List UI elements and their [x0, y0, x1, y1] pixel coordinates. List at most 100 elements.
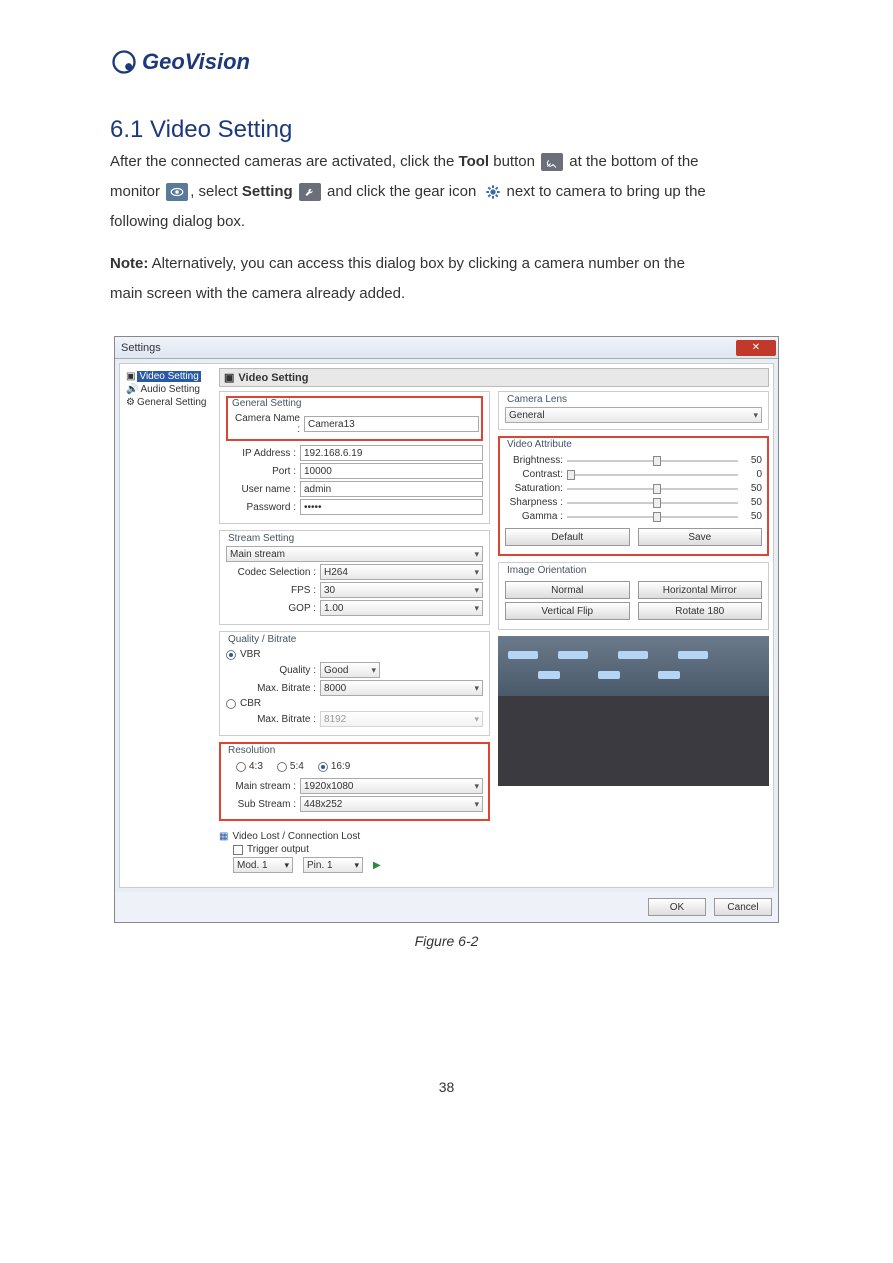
- orient-legend: Image Orientation: [505, 565, 589, 576]
- text: , select: [190, 183, 242, 200]
- stream-fieldset: Stream Setting Main stream Codec Selecti…: [219, 530, 490, 625]
- gamma-label: Gamma :: [505, 511, 563, 522]
- trigger-label: Trigger output: [247, 844, 309, 855]
- text: and click the gear icon: [323, 183, 481, 200]
- hmirror-button[interactable]: Horizontal Mirror: [638, 581, 763, 599]
- user-input[interactable]: admin: [300, 481, 483, 497]
- text: [293, 183, 297, 200]
- panel-header: ▣Video Setting: [219, 368, 769, 387]
- text: monitor: [110, 183, 164, 200]
- mainres-select[interactable]: 1920x1080: [300, 778, 483, 794]
- saturation-slider[interactable]: [567, 488, 738, 490]
- sharpness-label: Sharpness :: [505, 497, 563, 508]
- text: After the connected cameras are activate…: [110, 153, 459, 170]
- figure-label: Figure 6-2: [110, 933, 783, 949]
- setting-word: Setting: [242, 183, 293, 200]
- quality-select[interactable]: Good: [320, 662, 380, 678]
- note-text: Alternatively, you can access this dialo…: [148, 255, 685, 272]
- pin-select[interactable]: Pin. 1: [303, 857, 363, 873]
- ip-label: IP Address :: [226, 448, 296, 459]
- note-label: Note:: [110, 255, 148, 272]
- cbr-label: CBR: [240, 698, 261, 709]
- gop-select[interactable]: 1.00: [320, 600, 483, 616]
- ip-input[interactable]: 192.168.6.19: [300, 445, 483, 461]
- lens-legend: Camera Lens: [505, 394, 569, 405]
- gamma-slider[interactable]: [567, 516, 738, 518]
- vbr-radio[interactable]: [226, 650, 236, 660]
- lens-select[interactable]: General: [505, 407, 762, 423]
- quality-label: Quality :: [226, 665, 316, 676]
- page-number: 38: [110, 1079, 783, 1095]
- user-label: User name :: [226, 484, 296, 495]
- section-heading: 6.1 Video Setting: [110, 116, 783, 144]
- play-icon[interactable]: ▶: [373, 860, 381, 871]
- tool-word: Tool: [459, 153, 490, 170]
- max2-select: 8192: [320, 711, 483, 727]
- camera-name-label: Camera Name :: [230, 413, 300, 435]
- vflip-button[interactable]: Vertical Flip: [505, 602, 630, 620]
- subres-select[interactable]: 448x252: [300, 796, 483, 812]
- eye-icon: [166, 183, 188, 201]
- mod-select[interactable]: Mod. 1: [233, 857, 293, 873]
- attr-fieldset: Video Attribute Brightness:50 Contrast:0…: [498, 436, 769, 556]
- contrast-label: Contrast:: [505, 469, 563, 480]
- general-fieldset: General Setting Camera Name :Camera13 IP…: [219, 391, 490, 524]
- r180-button[interactable]: Rotate 180: [638, 602, 763, 620]
- logo: GeoVision: [110, 48, 783, 76]
- intro-line-2: monitor , select Setting and click the g…: [110, 180, 783, 204]
- pass-input[interactable]: •••••: [300, 499, 483, 515]
- intro-line-1: After the connected cameras are activate…: [110, 150, 783, 174]
- saturation-val: 50: [742, 483, 762, 494]
- ratio-169[interactable]: [318, 762, 328, 772]
- ok-button[interactable]: OK: [648, 898, 706, 916]
- stream-legend: Stream Setting: [226, 533, 296, 544]
- note-line-2: main screen with the camera already adde…: [110, 282, 783, 306]
- stream-select[interactable]: Main stream: [226, 546, 483, 562]
- tool-icon: [541, 153, 563, 171]
- max-select[interactable]: 8000: [320, 680, 483, 696]
- orient-fieldset: Image Orientation Normal Horizontal Mirro…: [498, 562, 769, 630]
- r169-label: 16:9: [331, 761, 350, 772]
- brightness-slider[interactable]: [567, 460, 738, 462]
- res-legend: Resolution: [226, 745, 277, 756]
- logo-text: GeoVision: [142, 49, 250, 75]
- wrench-icon: [299, 183, 321, 201]
- normal-button[interactable]: Normal: [505, 581, 630, 599]
- tree-general[interactable]: ⚙General Setting: [126, 396, 217, 409]
- lost-legend: Video Lost / Connection Lost: [232, 831, 360, 842]
- lost-fieldset: ▦Video Lost / Connection Lost Trigger ou…: [219, 827, 490, 877]
- default-button[interactable]: Default: [505, 528, 630, 546]
- codec-label: Codec Selection :: [226, 567, 316, 578]
- text: next to camera to bring up the: [506, 183, 705, 200]
- cancel-button[interactable]: Cancel: [714, 898, 772, 916]
- ratio-43[interactable]: [236, 762, 246, 772]
- tree-audio[interactable]: 🔊Audio Setting: [126, 383, 217, 396]
- codec-select[interactable]: H264: [320, 564, 483, 580]
- ratio-54[interactable]: [277, 762, 287, 772]
- r43-label: 4:3: [249, 761, 263, 772]
- trigger-checkbox[interactable]: [233, 845, 243, 855]
- mainres-label: Main stream :: [226, 781, 296, 792]
- contrast-slider[interactable]: [567, 474, 738, 476]
- settings-dialog: Settings ✕ ▣Video Setting 🔊Audio Setting…: [114, 336, 779, 923]
- saturation-label: Saturation:: [505, 483, 563, 494]
- sharpness-slider[interactable]: [567, 502, 738, 504]
- fps-select[interactable]: 30: [320, 582, 483, 598]
- tree-video[interactable]: ▣Video Setting: [126, 370, 217, 383]
- fps-label: FPS :: [226, 585, 316, 596]
- bitrate-legend: Quality / Bitrate: [226, 634, 298, 645]
- close-button[interactable]: ✕: [736, 340, 776, 356]
- lens-fieldset: Camera Lens General: [498, 391, 769, 430]
- contrast-val: 0: [742, 469, 762, 480]
- cbr-radio[interactable]: [226, 699, 236, 709]
- camera-name-input[interactable]: Camera13: [304, 416, 479, 432]
- gear-icon: [482, 183, 504, 201]
- settings-tree: ▣Video Setting 🔊Audio Setting ⚙General S…: [124, 368, 219, 883]
- sharpness-val: 50: [742, 497, 762, 508]
- save-button[interactable]: Save: [638, 528, 763, 546]
- intro-line-3: following dialog box.: [110, 210, 783, 234]
- r54-label: 5:4: [290, 761, 304, 772]
- port-input[interactable]: 10000: [300, 463, 483, 479]
- video-preview: [498, 636, 769, 786]
- brightness-label: Brightness:: [505, 455, 563, 466]
